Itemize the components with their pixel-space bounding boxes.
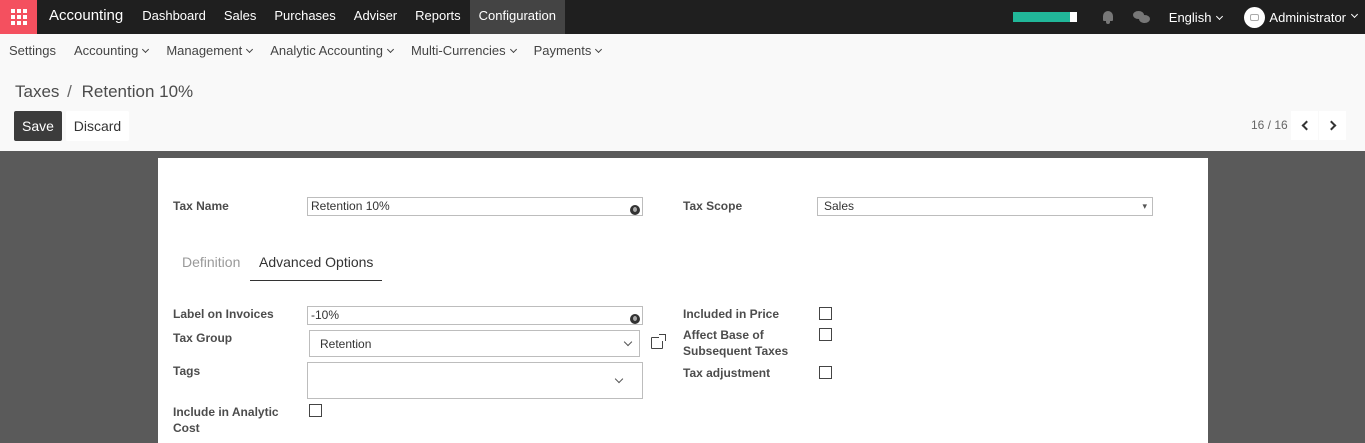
label-on-invoices-label: Label on Invoices <box>173 307 274 321</box>
submenu-settings[interactable]: Settings <box>1 34 64 68</box>
chevron-down-icon <box>614 374 624 384</box>
included-in-price-checkbox[interactable] <box>819 307 832 320</box>
pager-previous-button[interactable] <box>1291 111 1318 140</box>
tax-name-input[interactable]: Retention 10% <box>307 197 643 216</box>
tax-name-value: Retention 10% <box>311 199 390 213</box>
breadcrumb-parent[interactable]: Taxes <box>15 82 59 101</box>
secondary-menu: Settings Accounting Management Analytic … <box>0 34 1365 68</box>
affect-base-label: Affect Base of Subsequent Taxes <box>683 328 789 358</box>
user-name: Administrator <box>1269 9 1346 25</box>
tax-group-label: Tax Group <box>173 331 233 345</box>
breadcrumb: Taxes / Retention 10% <box>15 82 193 102</box>
chat-icon[interactable] <box>1132 10 1151 24</box>
chevron-down-icon <box>142 45 150 54</box>
tags-input[interactable] <box>307 362 643 399</box>
camera-icon <box>1250 13 1260 21</box>
globe-icon[interactable] <box>630 314 640 324</box>
submenu-accounting[interactable]: Accounting <box>66 34 156 68</box>
tax-scope-value: Sales <box>824 199 855 213</box>
select-arrow-icon: ▾ <box>1142 201 1147 211</box>
menu-sales[interactable]: Sales <box>215 0 266 34</box>
bell-icon[interactable] <box>1101 10 1115 24</box>
tags-label: Tags <box>173 364 201 378</box>
pager-value[interactable]: 16 / 16 <box>1251 118 1288 132</box>
tax-group-value: Retention <box>320 337 372 351</box>
affect-base-checkbox[interactable] <box>819 328 832 341</box>
chevron-down-icon <box>509 45 517 54</box>
language-selector[interactable]: English <box>1168 9 1224 25</box>
chevron-down-icon <box>595 45 603 54</box>
onboarding-progress-bar[interactable] <box>1012 12 1077 22</box>
chevron-right-icon <box>1326 120 1336 131</box>
chevron-down-icon <box>1216 12 1224 20</box>
discard-button[interactable]: Discard <box>66 111 129 141</box>
form-view-background: Tax Name Retention 10% Tax Scope Sales ▾… <box>0 151 1365 443</box>
tax-group-select[interactable]: Retention <box>309 330 640 357</box>
chevron-down-icon <box>246 45 254 54</box>
top-navbar: Accounting Dashboard Sales Purchases Adv… <box>0 0 1365 34</box>
menu-dashboard[interactable]: Dashboard <box>133 0 215 34</box>
submenu-management[interactable]: Management <box>158 34 260 68</box>
tax-name-label: Tax Name <box>173 199 229 213</box>
chevron-left-icon <box>1301 120 1311 131</box>
submenu-label: Settings <box>9 43 56 58</box>
include-analytic-checkbox[interactable] <box>309 404 322 417</box>
apps-menu-button[interactable] <box>0 0 37 34</box>
globe-icon[interactable] <box>630 205 640 215</box>
included-in-price-label: Included in Price <box>683 307 780 321</box>
label-on-invoices-value: -10% <box>311 308 340 322</box>
save-button[interactable]: Save <box>14 111 62 141</box>
language-label: English <box>1168 9 1212 25</box>
breadcrumb-current: Retention 10% <box>81 82 194 101</box>
tab-definition[interactable]: Definition <box>182 253 240 271</box>
progress-fill <box>1012 12 1071 22</box>
tab-advanced-options[interactable]: Advanced Options <box>250 253 383 281</box>
menu-configuration[interactable]: Configuration <box>469 0 565 34</box>
breadcrumb-separator: / <box>67 82 72 101</box>
include-analytic-label: Include in Analytic Cost <box>173 405 279 435</box>
tax-adjustment-checkbox[interactable] <box>819 366 832 379</box>
app-brand[interactable]: Accounting <box>37 0 133 34</box>
submenu-label: Management <box>166 43 243 58</box>
tax-adjustment-label: Tax adjustment <box>683 366 771 380</box>
submenu-label: Analytic Accounting <box>270 43 383 58</box>
submenu-label: Payments <box>533 43 592 58</box>
avatar <box>1244 6 1266 28</box>
apps-grid-icon <box>10 9 27 25</box>
chevron-down-icon <box>623 337 633 347</box>
submenu-label: Accounting <box>73 43 139 58</box>
submenu-payments[interactable]: Payments <box>526 34 610 68</box>
chevron-down-icon <box>1350 10 1359 18</box>
form-sheet: Tax Name Retention 10% Tax Scope Sales ▾… <box>158 158 1208 443</box>
menu-adviser[interactable]: Adviser <box>345 0 406 34</box>
submenu-multi-currencies[interactable]: Multi-Currencies <box>403 34 524 68</box>
chevron-down-icon <box>386 45 394 54</box>
menu-reports[interactable]: Reports <box>406 0 470 34</box>
user-menu[interactable]: Administrator <box>1244 6 1359 28</box>
submenu-label: Multi-Currencies <box>410 43 506 58</box>
external-link-icon[interactable] <box>651 334 666 349</box>
tax-scope-select[interactable]: Sales ▾ <box>817 197 1153 216</box>
tax-scope-label: Tax Scope <box>683 199 743 213</box>
menu-purchases[interactable]: Purchases <box>265 0 344 34</box>
pager-next-button[interactable] <box>1319 111 1346 140</box>
submenu-analytic-accounting[interactable]: Analytic Accounting <box>262 34 401 68</box>
label-on-invoices-input[interactable]: -10% <box>307 306 643 325</box>
